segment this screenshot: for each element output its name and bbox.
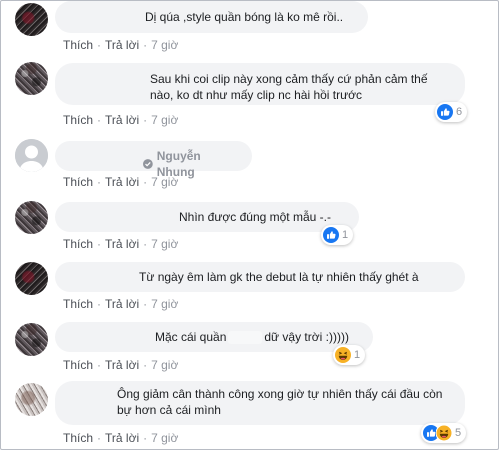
like-button[interactable]: Thích <box>63 175 93 189</box>
like-reaction-icon <box>323 227 339 243</box>
like-button[interactable]: Thích <box>63 38 93 52</box>
comment-time[interactable]: 7 giờ <box>151 175 178 189</box>
comment-text: Dị qúa ,style quần bóng là ko mê rồi.. <box>145 10 344 24</box>
reaction-count: 5 <box>455 427 462 439</box>
reaction-summary[interactable]: 5 <box>421 423 467 443</box>
comment-bubble: Ông giảm cân thành công xong giờ tự nhiê… <box>55 381 465 425</box>
like-reaction-icon <box>437 104 453 120</box>
comment-time[interactable]: 7 giờ <box>151 358 178 372</box>
comment-bubble: Mặc cái quần dữ vậy trời :))))) <box>55 322 373 352</box>
comment-actions: Thích · Trả lời · 7 giờ <box>63 38 179 52</box>
comment-bubble: Sau khi coi clip này xong cảm thấy cứ ph… <box>55 63 465 105</box>
like-button[interactable]: Thích <box>63 113 93 127</box>
comment-text: Sau khi coi clip này xong cảm thấy cứ ph… <box>150 72 428 102</box>
reply-button[interactable]: Trả lời <box>105 431 139 445</box>
haha-reaction-icon <box>335 347 351 363</box>
censored-word <box>228 331 263 345</box>
verified-check-icon <box>143 159 153 169</box>
default-avatar-icon <box>15 139 48 172</box>
avatar[interactable] <box>15 201 48 234</box>
comment-text: Mặc cái quần dữ vậy trời :))))) <box>155 330 349 345</box>
comment-bubble: Nguyễn Nhung <box>55 141 252 179</box>
avatar[interactable] <box>15 3 48 36</box>
like-button[interactable]: Thích <box>63 358 93 372</box>
comment-actions: Thích · Trả lời · 7 giờ <box>63 175 179 189</box>
like-button[interactable]: Thích <box>63 431 93 445</box>
avatar[interactable] <box>15 262 48 295</box>
avatar[interactable] <box>15 62 48 95</box>
comment-thread: Dị qúa ,style quần bóng là ko mê rồi.. T… <box>0 0 499 450</box>
comment-time[interactable]: 7 giờ <box>151 113 178 127</box>
reaction-count: 1 <box>342 229 349 241</box>
avatar[interactable] <box>15 323 48 356</box>
reply-button[interactable]: Trả lời <box>105 175 139 189</box>
comment-time[interactable]: 7 giờ <box>151 297 178 311</box>
reaction-count: 6 <box>456 106 463 118</box>
reaction-count: 1 <box>354 349 361 361</box>
comment-text: Ông giảm cân thành công xong giờ tự nhiê… <box>117 387 443 417</box>
reaction-summary[interactable]: 1 <box>321 225 354 245</box>
reaction-summary[interactable]: 1 <box>333 345 366 365</box>
comment-time[interactable]: 7 giờ <box>151 38 178 52</box>
haha-reaction-icon <box>436 425 452 441</box>
avatar[interactable] <box>15 139 48 172</box>
comment-actions: Thích · Trả lời · 7 giờ <box>63 358 179 372</box>
comment-bubble: Từ ngày êm làm gk the debut là tự nhiên … <box>55 262 465 292</box>
comment-time[interactable]: 7 giờ <box>151 237 178 251</box>
comment-text: Từ ngày êm làm gk the debut là tự nhiên … <box>139 270 419 284</box>
reply-button[interactable]: Trả lời <box>105 358 139 372</box>
reply-button[interactable]: Trả lời <box>105 38 139 52</box>
reply-button[interactable]: Trả lời <box>105 113 139 127</box>
comment-text: Nhìn được đúng một mẫu -.- <box>179 210 331 224</box>
comment-actions: Thích · Trả lời · 7 giờ <box>63 297 179 311</box>
comment-time[interactable]: 7 giờ <box>151 431 178 445</box>
comment-actions: Thích · Trả lời · 7 giờ <box>63 113 179 127</box>
reply-button[interactable]: Trả lời <box>105 237 139 251</box>
like-button[interactable]: Thích <box>63 237 93 251</box>
reply-button[interactable]: Trả lời <box>105 297 139 311</box>
comment-bubble: Dị qúa ,style quần bóng là ko mê rồi.. <box>55 1 368 33</box>
comment-actions: Thích · Trả lời · 7 giờ <box>63 431 179 445</box>
like-button[interactable]: Thích <box>63 297 93 311</box>
reaction-summary[interactable]: 6 <box>435 102 468 122</box>
avatar[interactable] <box>15 383 48 416</box>
comment-bubble: Nhìn được đúng một mẫu -.- <box>55 202 359 232</box>
comment-actions: Thích · Trả lời · 7 giờ <box>63 237 179 251</box>
